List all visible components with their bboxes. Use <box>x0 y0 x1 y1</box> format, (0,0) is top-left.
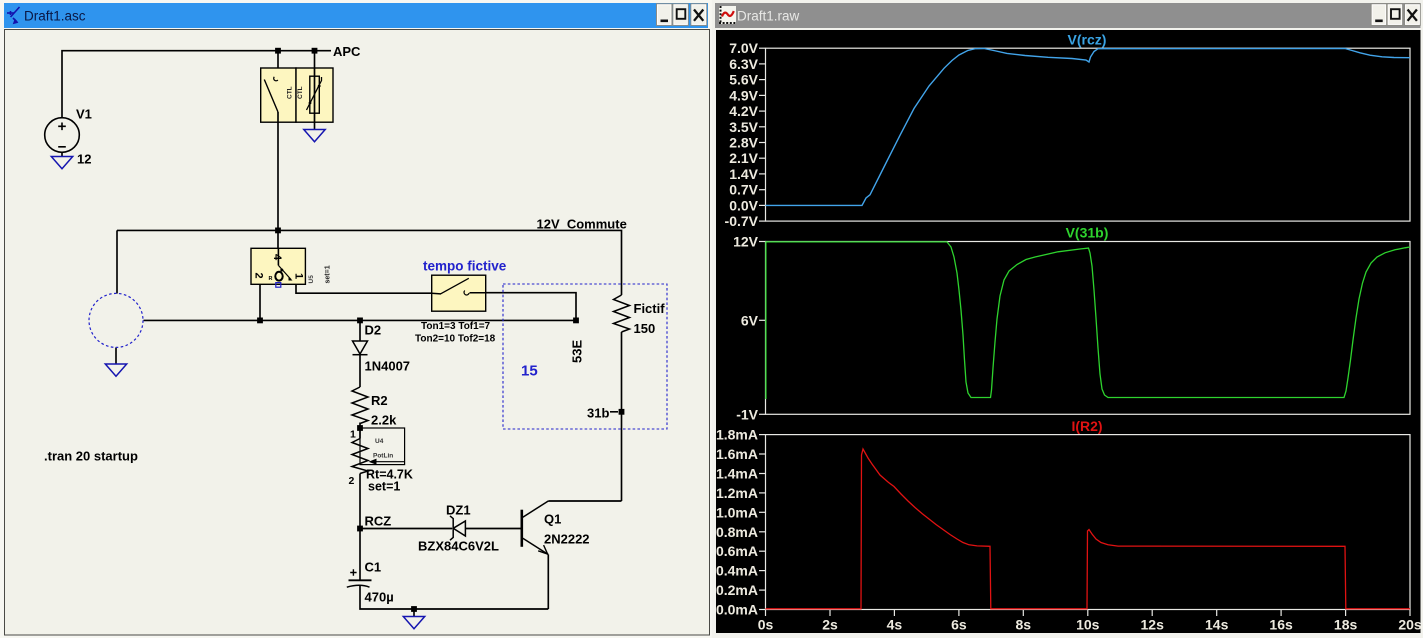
svg-text:1.0mA: 1.0mA <box>716 504 758 520</box>
svg-text:set=1: set=1 <box>368 480 400 494</box>
svg-text:6.3V: 6.3V <box>729 56 758 72</box>
svg-text:0.7V: 0.7V <box>729 182 758 198</box>
svg-text:12V: 12V <box>733 234 759 250</box>
svg-text:U4: U4 <box>375 438 384 445</box>
svg-text:10s: 10s <box>1076 617 1100 633</box>
svg-text:6V: 6V <box>741 312 759 328</box>
svg-text:16s: 16s <box>1269 617 1293 633</box>
svg-text:.tran 20 startup: .tran 20 startup <box>44 449 138 464</box>
svg-text:6s: 6s <box>951 617 967 633</box>
svg-text:1.2mA: 1.2mA <box>716 485 758 501</box>
svg-text:C1: C1 <box>365 560 382 575</box>
svg-text:2N2222: 2N2222 <box>544 532 590 547</box>
svg-text:2.8V: 2.8V <box>729 135 758 151</box>
svg-text:1N4007: 1N4007 <box>365 359 411 374</box>
svg-text:14s: 14s <box>1205 617 1229 633</box>
svg-text:DZ1: DZ1 <box>446 503 471 518</box>
svg-text:1.4V: 1.4V <box>729 166 758 182</box>
svg-text:18s: 18s <box>1334 617 1358 633</box>
svg-text:0.2mA: 0.2mA <box>716 582 758 598</box>
svg-text:4.9V: 4.9V <box>729 87 758 103</box>
svg-text:3.5V: 3.5V <box>729 119 758 135</box>
svg-text:4s: 4s <box>887 617 903 633</box>
svg-text:-0.7V: -0.7V <box>725 213 759 229</box>
svg-text:4.2V: 4.2V <box>729 103 758 119</box>
svg-text:D2: D2 <box>365 323 382 338</box>
svg-text:2.1V: 2.1V <box>729 150 758 166</box>
svg-text:12s: 12s <box>1141 617 1165 633</box>
svg-text:0.0mA: 0.0mA <box>716 602 758 618</box>
svg-text:8s: 8s <box>1016 617 1032 633</box>
svg-text:tempo fictive: tempo fictive <box>423 259 507 274</box>
svg-text:2: 2 <box>253 273 265 279</box>
svg-text:20s: 20s <box>1398 617 1422 633</box>
svg-text:-1V: -1V <box>736 406 758 422</box>
svg-text:U5: U5 <box>308 275 315 284</box>
svg-text:Draft1.raw: Draft1.raw <box>737 9 800 24</box>
svg-text:150: 150 <box>634 321 656 336</box>
svg-text:CTL: CTL <box>297 86 304 99</box>
svg-text:RCZ: RCZ <box>365 514 392 529</box>
svg-text:0.0V: 0.0V <box>729 197 758 213</box>
svg-text:2: 2 <box>349 475 355 487</box>
svg-text:4: 4 <box>271 254 283 261</box>
svg-text:1.8mA: 1.8mA <box>716 427 758 443</box>
svg-text:V(31b): V(31b) <box>1066 225 1109 241</box>
svg-text:1: 1 <box>350 429 356 441</box>
svg-text:7.0V: 7.0V <box>729 40 758 56</box>
svg-text:0.6mA: 0.6mA <box>716 543 758 559</box>
svg-text:0s: 0s <box>758 617 774 633</box>
svg-text:Ton1=3 Tof1=7: Ton1=3 Tof1=7 <box>421 321 491 332</box>
svg-text:CTL: CTL <box>287 86 294 99</box>
svg-text:set=1: set=1 <box>325 265 332 283</box>
svg-text:R: R <box>269 276 273 282</box>
svg-text:1: 1 <box>293 273 305 279</box>
svg-text:PotLin: PotLin <box>373 453 393 460</box>
svg-text:470µ: 470µ <box>365 590 394 605</box>
svg-text:5.6V: 5.6V <box>729 72 758 88</box>
svg-text:15: 15 <box>521 363 538 380</box>
svg-text:0.8mA: 0.8mA <box>716 524 758 540</box>
svg-text:V1: V1 <box>76 107 92 122</box>
svg-text:12: 12 <box>77 152 91 167</box>
svg-text:31b: 31b <box>587 406 609 421</box>
svg-text:APC: APC <box>333 44 361 59</box>
svg-text:12V Commute: 12V Commute <box>537 217 627 232</box>
svg-text:Q1: Q1 <box>544 512 561 527</box>
svg-text:I(R2): I(R2) <box>1071 418 1102 434</box>
svg-text:V(rcz): V(rcz) <box>1068 32 1107 48</box>
svg-text:1.4mA: 1.4mA <box>716 466 758 482</box>
svg-text:0.4mA: 0.4mA <box>716 563 758 579</box>
svg-text:1.6mA: 1.6mA <box>716 446 758 462</box>
svg-text:53E: 53E <box>570 340 585 363</box>
svg-text:2.2k: 2.2k <box>371 413 397 428</box>
svg-text:BZX84C6V2L: BZX84C6V2L <box>418 539 499 554</box>
svg-text:2s: 2s <box>822 617 838 633</box>
svg-text:Draft1.asc: Draft1.asc <box>24 9 86 24</box>
svg-text:Fictif: Fictif <box>634 301 666 316</box>
svg-text:R2: R2 <box>371 393 388 408</box>
svg-text:Ton2=10 Tof2=18: Ton2=10 Tof2=18 <box>415 334 496 345</box>
